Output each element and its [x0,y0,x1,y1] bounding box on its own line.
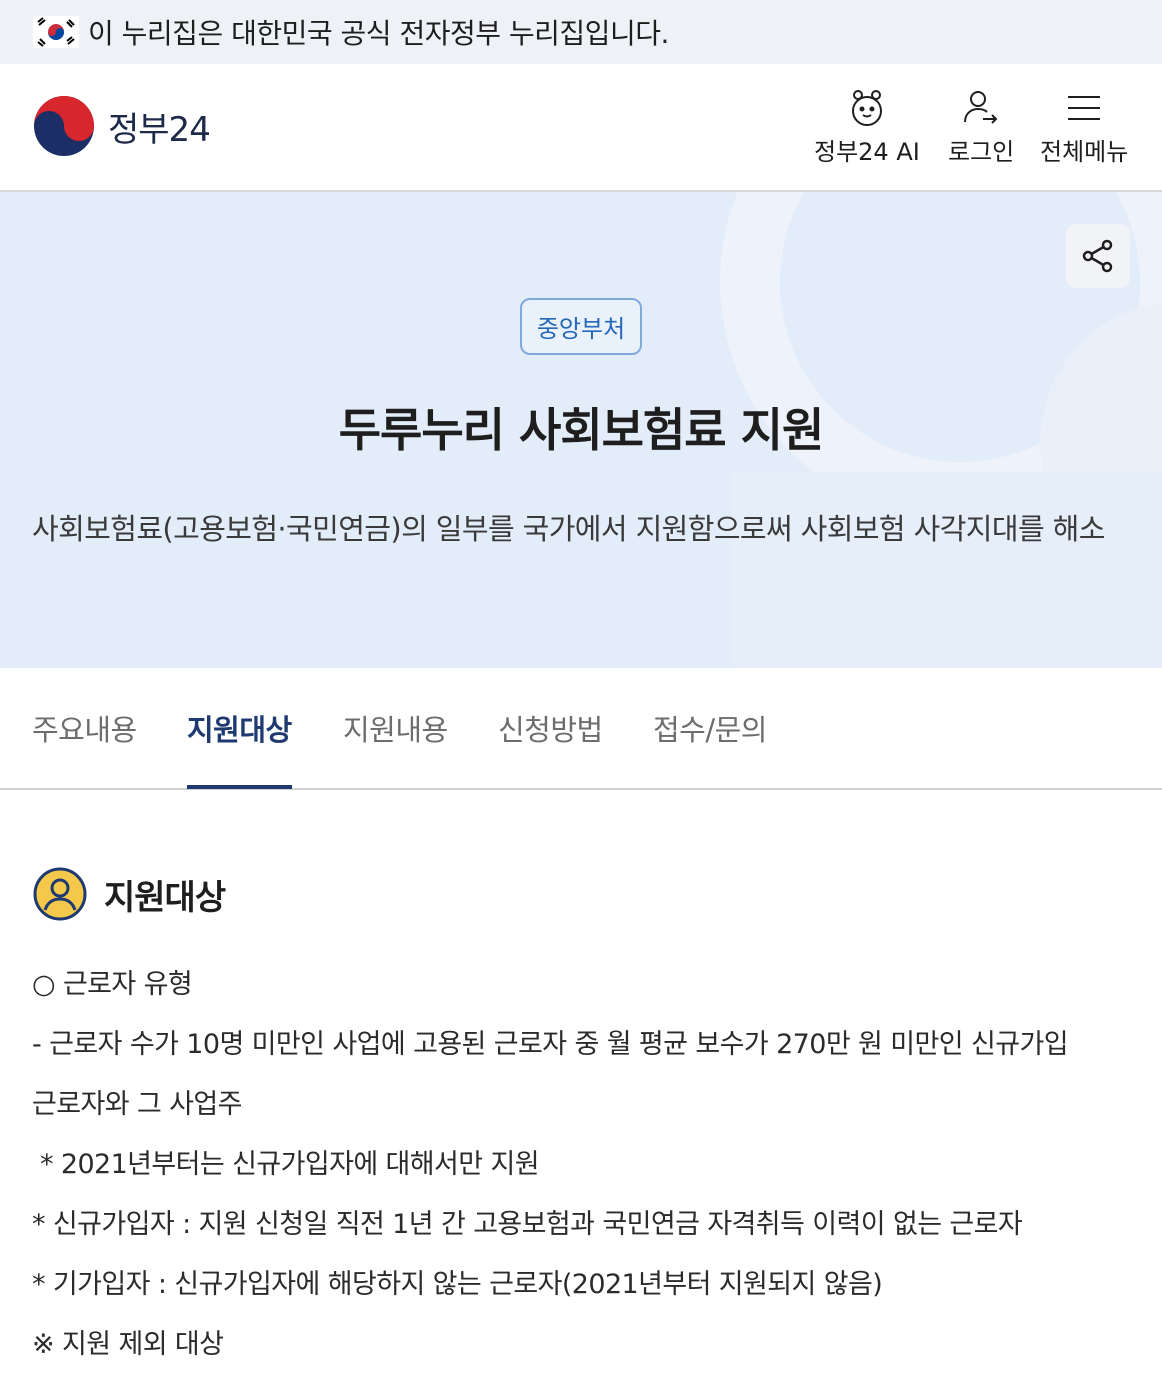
content-line: - 근로자 수가 10명 미만인 사업에 고용된 근로자 중 월 평균 보수가 … [32,1029,1069,1060]
content-line: ※ 지원 제외 대상 [32,1329,224,1360]
category-badge: 중앙부처 [520,298,642,355]
content-line: * 기가입자 : 신규가입자에 해당하지 않는 근로자(2021년부터 지원되지… [32,1269,883,1300]
page-title: 두루누리 사회보험료 지원 [338,403,825,457]
gov24-ai-button[interactable]: 정부24 AI [814,88,920,167]
content-line: * 신규가입자 : 지원 신청일 직전 1년 간 고용보험과 국민연금 자격취득… [32,1209,1023,1240]
hamburger-menu-icon [1062,88,1106,128]
eligibility-content: ○ 근로자 유형 - 근로자 수가 10명 미만인 사업에 고용된 근로자 중 … [32,955,1142,1375]
ai-mascot-icon [845,88,889,128]
tab-main-content[interactable]: 주요내용 [32,668,137,788]
logo-text: 정부24 [108,109,211,150]
tab-application-method[interactable]: 신청방법 [498,668,603,788]
login-button[interactable]: 로그인 [948,88,1014,167]
eligibility-section: 지원대상 [32,866,1132,922]
gov-banner-text: 이 누리집은 대한민국 공식 전자정부 누리집입니다. [88,17,669,50]
section-header: 지원대상 [32,866,1132,922]
share-button[interactable] [1066,224,1130,288]
menu-label: 전체메뉴 [1040,138,1129,166]
section-title: 지원대상 [104,877,226,918]
site-header: 정부24 정부24 AI 로그인 전체메뉴 [0,64,1162,192]
login-user-icon [959,88,1003,128]
service-description: 사회보험료(고용보험·국민연금)의 일부를 국가에서 지원함으로써 사회보험 사… [32,512,1105,546]
content-line: * 2021년부터는 신규가입자에 대해서만 지원 [32,1149,540,1180]
all-menu-button[interactable]: 전체메뉴 [1040,88,1128,167]
content-line: 근로자와 그 사업주 [32,1089,242,1120]
gov24-logo[interactable]: 정부24 [32,94,211,158]
ai-label: 정부24 AI [814,138,920,166]
person-icon [33,867,87,921]
hero-banner: 중앙부처 두루누리 사회보험료 지원 사회보험료(고용보험·국민연금)의 일부를… [0,192,1162,668]
share-icon [1082,239,1113,273]
korea-flag-icon [32,16,80,48]
tab-support-details[interactable]: 지원내용 [343,668,448,788]
content-line: ○ 근로자 유형 [32,969,193,1000]
login-label: 로그인 [948,138,1015,166]
gov-banner: 이 누리집은 대한민국 공식 전자정부 누리집입니다. [0,0,1162,64]
content-tabs: 주요내용 지원대상 지원내용 신청방법 접수/문의 [0,668,1162,790]
taegeuk-logo-icon [34,96,94,156]
tab-eligibility[interactable]: 지원대상 [187,668,292,789]
tab-contact[interactable]: 접수/문의 [653,668,768,788]
